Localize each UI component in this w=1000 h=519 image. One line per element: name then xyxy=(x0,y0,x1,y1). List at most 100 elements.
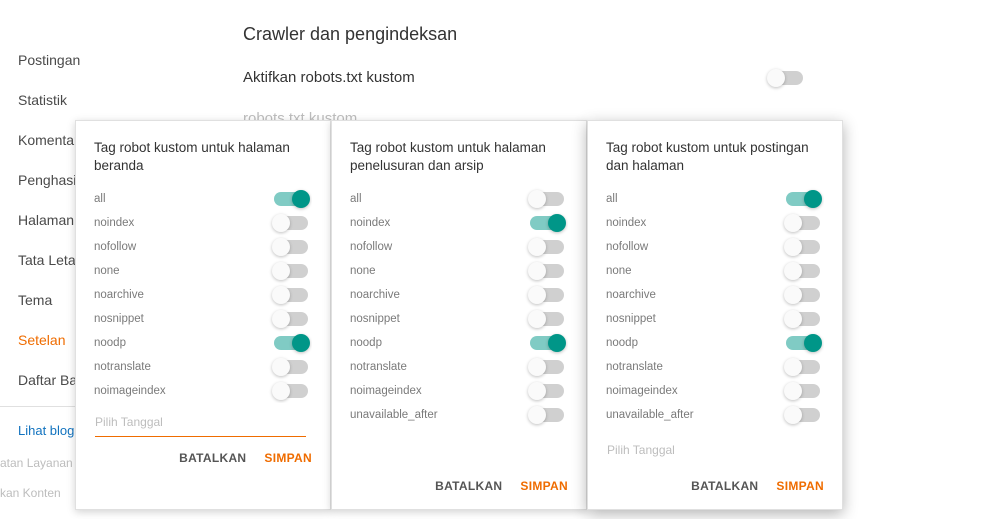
tag-row-notranslate: notranslate xyxy=(94,355,308,379)
tag-row-noarchive: noarchive xyxy=(94,283,308,307)
tag-row-all: all xyxy=(94,187,308,211)
toggle-unavailable_after[interactable] xyxy=(530,408,564,422)
tag-row-noodp: noodp xyxy=(350,331,564,355)
toggle-unavailable_after[interactable] xyxy=(786,408,820,422)
cancel-button[interactable]: BATALKAN xyxy=(691,479,758,493)
setting-robots-label: Aktifkan robots.txt kustom xyxy=(243,69,415,86)
date-input[interactable] xyxy=(351,441,562,465)
toggle-noodp[interactable] xyxy=(530,336,564,350)
tag-row-nosnippet: nosnippet xyxy=(94,307,308,331)
tag-label: nofollow xyxy=(606,241,648,253)
toggle-all[interactable] xyxy=(530,192,564,206)
modal-title: Tag robot kustom untuk halaman beranda xyxy=(94,139,312,174)
toggle-noodp[interactable] xyxy=(274,336,308,350)
tag-row-noindex: noindex xyxy=(94,211,308,235)
tag-row-noindex: noindex xyxy=(350,211,564,235)
tag-label: noindex xyxy=(606,217,646,229)
toggle-all[interactable] xyxy=(786,192,820,206)
tag-label: noodp xyxy=(350,337,382,349)
cancel-button[interactable]: BATALKAN xyxy=(435,479,502,493)
tag-label: notranslate xyxy=(350,361,407,373)
toggle-notranslate[interactable] xyxy=(786,360,820,374)
tag-row-none: none xyxy=(606,259,820,283)
tag-row-notranslate: notranslate xyxy=(350,355,564,379)
sidebar-item-statistik[interactable]: Statistik xyxy=(0,80,103,120)
toggle-noarchive[interactable] xyxy=(530,288,564,302)
tag-row-noimageindex: noimageindex xyxy=(350,379,564,403)
sidebar-item-postingan[interactable]: Postingan xyxy=(0,40,103,80)
tag-row-nofollow: nofollow xyxy=(94,235,308,259)
tag-label: noimageindex xyxy=(606,385,678,397)
toggle-all[interactable] xyxy=(274,192,308,206)
tag-label: nofollow xyxy=(94,241,136,253)
toggle-noindex[interactable] xyxy=(274,216,308,230)
modal-2: Tag robot kustom untuk postingan dan hal… xyxy=(587,120,843,510)
tag-list[interactable]: all noindex nofollow none noarchive nosnippet… xyxy=(606,187,824,431)
tag-label: none xyxy=(350,265,376,277)
tag-label: nosnippet xyxy=(606,313,656,325)
toggle-notranslate[interactable] xyxy=(274,360,308,374)
date-input[interactable]: Pilih Tanggal xyxy=(95,413,306,437)
toggle-nosnippet[interactable] xyxy=(530,312,564,326)
toggle-nosnippet[interactable] xyxy=(274,312,308,326)
tag-row-noodp: noodp xyxy=(94,331,308,355)
toggle-robots[interactable] xyxy=(769,71,803,85)
modal-title: Tag robot kustom untuk halaman penelusur… xyxy=(350,139,568,174)
toggle-none[interactable] xyxy=(530,264,564,278)
save-button[interactable]: SIMPAN xyxy=(520,479,568,493)
tag-label: none xyxy=(94,265,120,277)
modal-actions: BATALKAN SIMPAN xyxy=(350,467,568,499)
cancel-button[interactable]: BATALKAN xyxy=(179,451,246,465)
setting-robots-row[interactable]: Aktifkan robots.txt kustom xyxy=(243,69,803,86)
modal-title: Tag robot kustom untuk postingan dan hal… xyxy=(606,139,824,174)
toggle-noarchive[interactable] xyxy=(274,288,308,302)
toggle-nofollow[interactable] xyxy=(274,240,308,254)
tag-label: noarchive xyxy=(606,289,656,301)
tag-list[interactable]: all noindexnofollow none noarchive nosnippet… xyxy=(350,187,568,431)
tag-row-noindex: noindex xyxy=(606,211,820,235)
tag-label: unavailable_after xyxy=(606,409,694,421)
tag-row-nofollow: nofollow xyxy=(350,235,564,259)
tag-row-noimageindex: noimageindex xyxy=(94,379,308,403)
toggle-nosnippet[interactable] xyxy=(786,312,820,326)
tag-label: noimageindex xyxy=(350,385,422,397)
date-input[interactable]: Pilih Tanggal xyxy=(607,441,818,465)
modal-group: Tag robot kustom untuk halaman beranda al… xyxy=(75,120,843,510)
tag-label: noodp xyxy=(94,337,126,349)
toggle-notranslate[interactable] xyxy=(530,360,564,374)
toggle-none[interactable] xyxy=(786,264,820,278)
tag-row-nosnippet: nosnippet xyxy=(350,307,564,331)
toggle-noimageindex[interactable] xyxy=(530,384,564,398)
tag-label: noarchive xyxy=(350,289,400,301)
tag-row-noarchive: noarchive xyxy=(350,283,564,307)
tag-row-notranslate: notranslate xyxy=(606,355,820,379)
tag-list[interactable]: all noindex nofollow none noarchive nosnippet… xyxy=(94,187,312,403)
toggle-noimageindex[interactable] xyxy=(274,384,308,398)
tag-row-noarchive: noarchive xyxy=(606,283,820,307)
tag-row-unavailable_after: unavailable_after xyxy=(606,403,820,427)
tag-label: noarchive xyxy=(94,289,144,301)
toggle-noimageindex[interactable] xyxy=(786,384,820,398)
toggle-noindex[interactable] xyxy=(786,216,820,230)
toggle-noindex[interactable] xyxy=(530,216,564,230)
tag-label: noimageindex xyxy=(94,385,166,397)
tag-row-unavailable_after: unavailable_after xyxy=(350,403,564,427)
toggle-noarchive[interactable] xyxy=(786,288,820,302)
tag-row-noodp: noodp xyxy=(606,331,820,355)
tag-label: all xyxy=(350,193,362,205)
tag-label: noindex xyxy=(94,217,134,229)
tag-row-noimageindex: noimageindex xyxy=(606,379,820,403)
tag-row-all: all xyxy=(350,187,564,211)
toggle-none[interactable] xyxy=(274,264,308,278)
tag-label: all xyxy=(606,193,618,205)
modal-actions: BATALKAN SIMPAN xyxy=(94,439,312,471)
toggle-nofollow[interactable] xyxy=(786,240,820,254)
save-button[interactable]: SIMPAN xyxy=(776,479,824,493)
toggle-nofollow[interactable] xyxy=(530,240,564,254)
toggle-noodp[interactable] xyxy=(786,336,820,350)
save-button[interactable]: SIMPAN xyxy=(264,451,312,465)
tag-row-none: none xyxy=(94,259,308,283)
tag-row-none: none xyxy=(350,259,564,283)
tag-label: notranslate xyxy=(606,361,663,373)
tag-row-all: all xyxy=(606,187,820,211)
